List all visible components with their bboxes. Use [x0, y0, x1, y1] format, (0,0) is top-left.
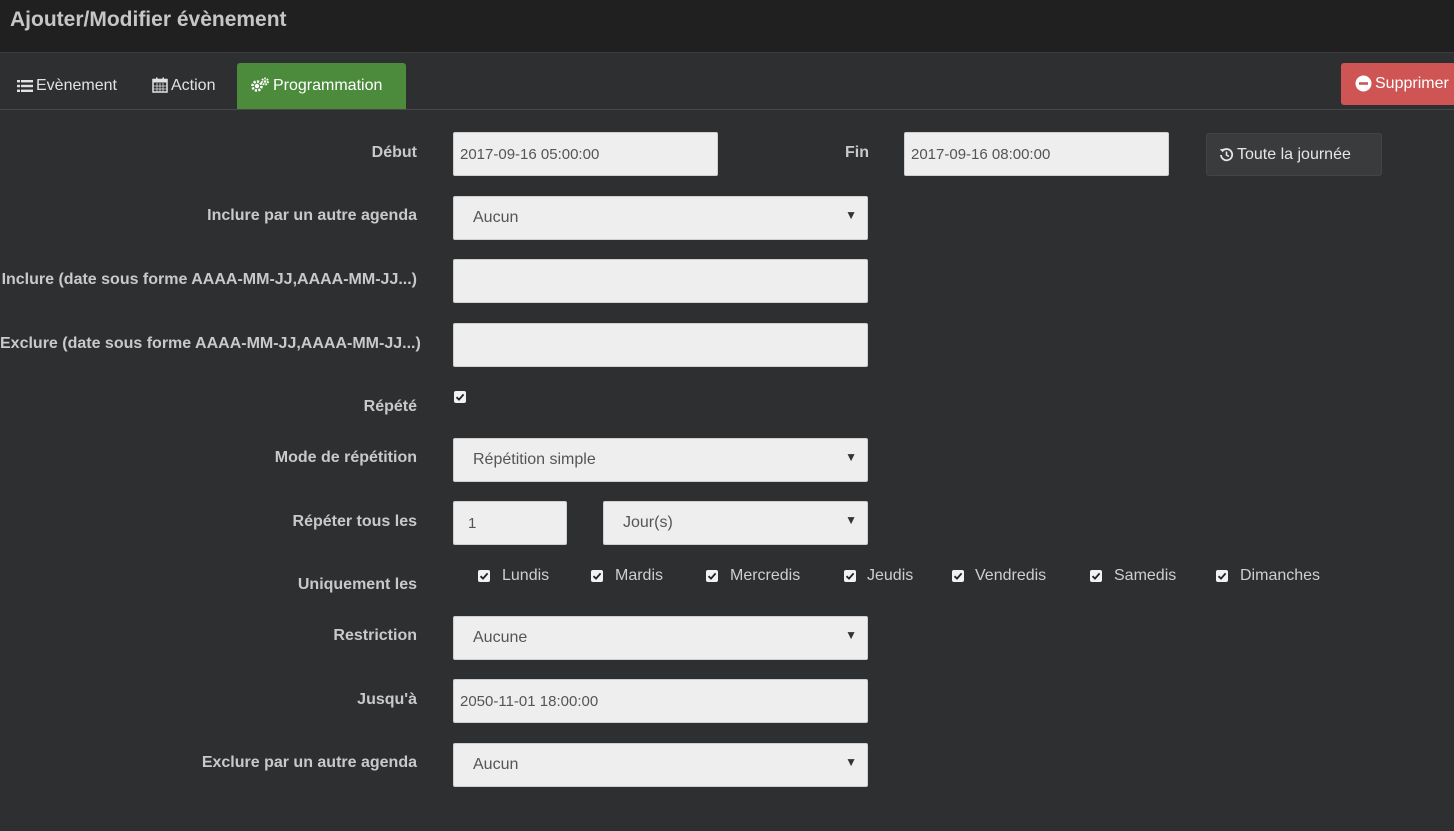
repeat-mode-value: Répétition simple [473, 451, 596, 468]
restriction-select[interactable]: Aucune ▼ [453, 616, 868, 660]
start-date-input[interactable] [453, 132, 718, 176]
check-icon [707, 572, 717, 580]
check-icon [845, 572, 855, 580]
modal-header: Ajouter/Modifier évènement [0, 0, 1454, 53]
tab-action[interactable]: Action [139, 63, 228, 109]
list-icon [17, 80, 33, 92]
caret-down-icon: ▼ [845, 628, 857, 642]
history-icon [1219, 148, 1234, 162]
day-label-mercredis: Mercredis [730, 567, 801, 584]
repeat-every-label: Répéter tous les [292, 513, 417, 530]
calendar-icon [152, 77, 168, 93]
day-label-mardis: Mardis [615, 567, 664, 584]
repeat-unit-value: Jour(s) [623, 514, 673, 531]
modal-title: Ajouter/Modifier évènement [10, 8, 287, 31]
exclude-agenda-select[interactable]: Aucun ▼ [453, 743, 868, 787]
include-dates-input[interactable] [453, 259, 868, 303]
check-icon [455, 393, 465, 401]
day-checkbox-samedis[interactable] [1090, 570, 1102, 582]
repeat-mode-select[interactable]: Répétition simple ▼ [453, 438, 868, 482]
exclude-dates-input[interactable] [453, 323, 868, 367]
day-label-dimanches: Dimanches [1240, 567, 1321, 584]
day-label-jeudis: Jeudis [867, 567, 914, 584]
repeat-mode-label: Mode de répétition [274, 449, 417, 466]
exclude-dates-label: Exclure (date sous forme AAAA-MM-JJ,AAAA… [0, 335, 421, 352]
caret-down-icon: ▼ [845, 208, 857, 222]
check-icon [1091, 572, 1101, 580]
day-label-lundis: Lundis [502, 567, 550, 584]
end-label: Fin [845, 144, 869, 161]
start-label: Début [371, 144, 417, 161]
exclude-agenda-value: Aucun [473, 756, 519, 773]
end-date-input[interactable] [904, 132, 1169, 176]
include-agenda-label: Inclure par un autre agenda [207, 207, 417, 224]
minus-circle-icon [1355, 75, 1372, 92]
caret-down-icon: ▼ [845, 513, 857, 527]
cogs-icon [251, 77, 269, 92]
tab-programmation-label: Programmation [273, 77, 383, 94]
tab-bar: Evènement Action Programmation Supprimer [0, 53, 1454, 110]
tab-programmation[interactable]: Programmation [237, 63, 406, 109]
repeat-label: Répété [363, 398, 417, 415]
day-checkbox-mardis[interactable] [591, 570, 603, 582]
until-label: Jusqu'à [357, 691, 417, 708]
check-icon [479, 572, 489, 580]
check-icon [1217, 572, 1227, 580]
all-day-button[interactable]: Toute la journée [1206, 133, 1382, 176]
until-date-input[interactable] [453, 679, 868, 723]
restriction-value: Aucune [473, 629, 528, 646]
caret-down-icon: ▼ [845, 755, 857, 769]
day-checkbox-mercredis[interactable] [706, 570, 718, 582]
check-icon [592, 572, 602, 580]
delete-button[interactable]: Supprimer [1341, 63, 1454, 105]
repeat-unit-select[interactable]: Jour(s) ▼ [603, 501, 868, 545]
include-agenda-value: Aucun [473, 209, 519, 226]
tab-evenement[interactable]: Evènement [4, 63, 130, 109]
tab-action-label: Action [171, 77, 216, 94]
tab-evenement-label: Evènement [36, 77, 117, 94]
exclude-agenda-label: Exclure par un autre agenda [201, 754, 417, 771]
caret-down-icon: ▼ [845, 450, 857, 464]
restriction-label: Restriction [333, 627, 417, 644]
all-day-button-label: Toute la journée [1237, 146, 1351, 163]
day-checkbox-dimanches[interactable] [1216, 570, 1228, 582]
day-label-vendredis: Vendredis [975, 567, 1047, 584]
only-days-label: Uniquement les [297, 576, 417, 593]
day-checkbox-lundis[interactable] [478, 570, 490, 582]
day-checkbox-vendredis[interactable] [952, 570, 964, 582]
check-icon [953, 572, 963, 580]
repeat-every-input[interactable] [453, 501, 567, 545]
day-label-samedis: Samedis [1114, 567, 1177, 584]
delete-button-label: Supprimer [1375, 75, 1449, 92]
include-dates-label: Inclure (date sous forme AAAA-MM-JJ,AAAA… [1, 271, 417, 288]
repeat-checkbox[interactable] [454, 391, 466, 403]
include-agenda-select[interactable]: Aucun ▼ [453, 196, 868, 240]
day-checkbox-jeudis[interactable] [844, 570, 856, 582]
